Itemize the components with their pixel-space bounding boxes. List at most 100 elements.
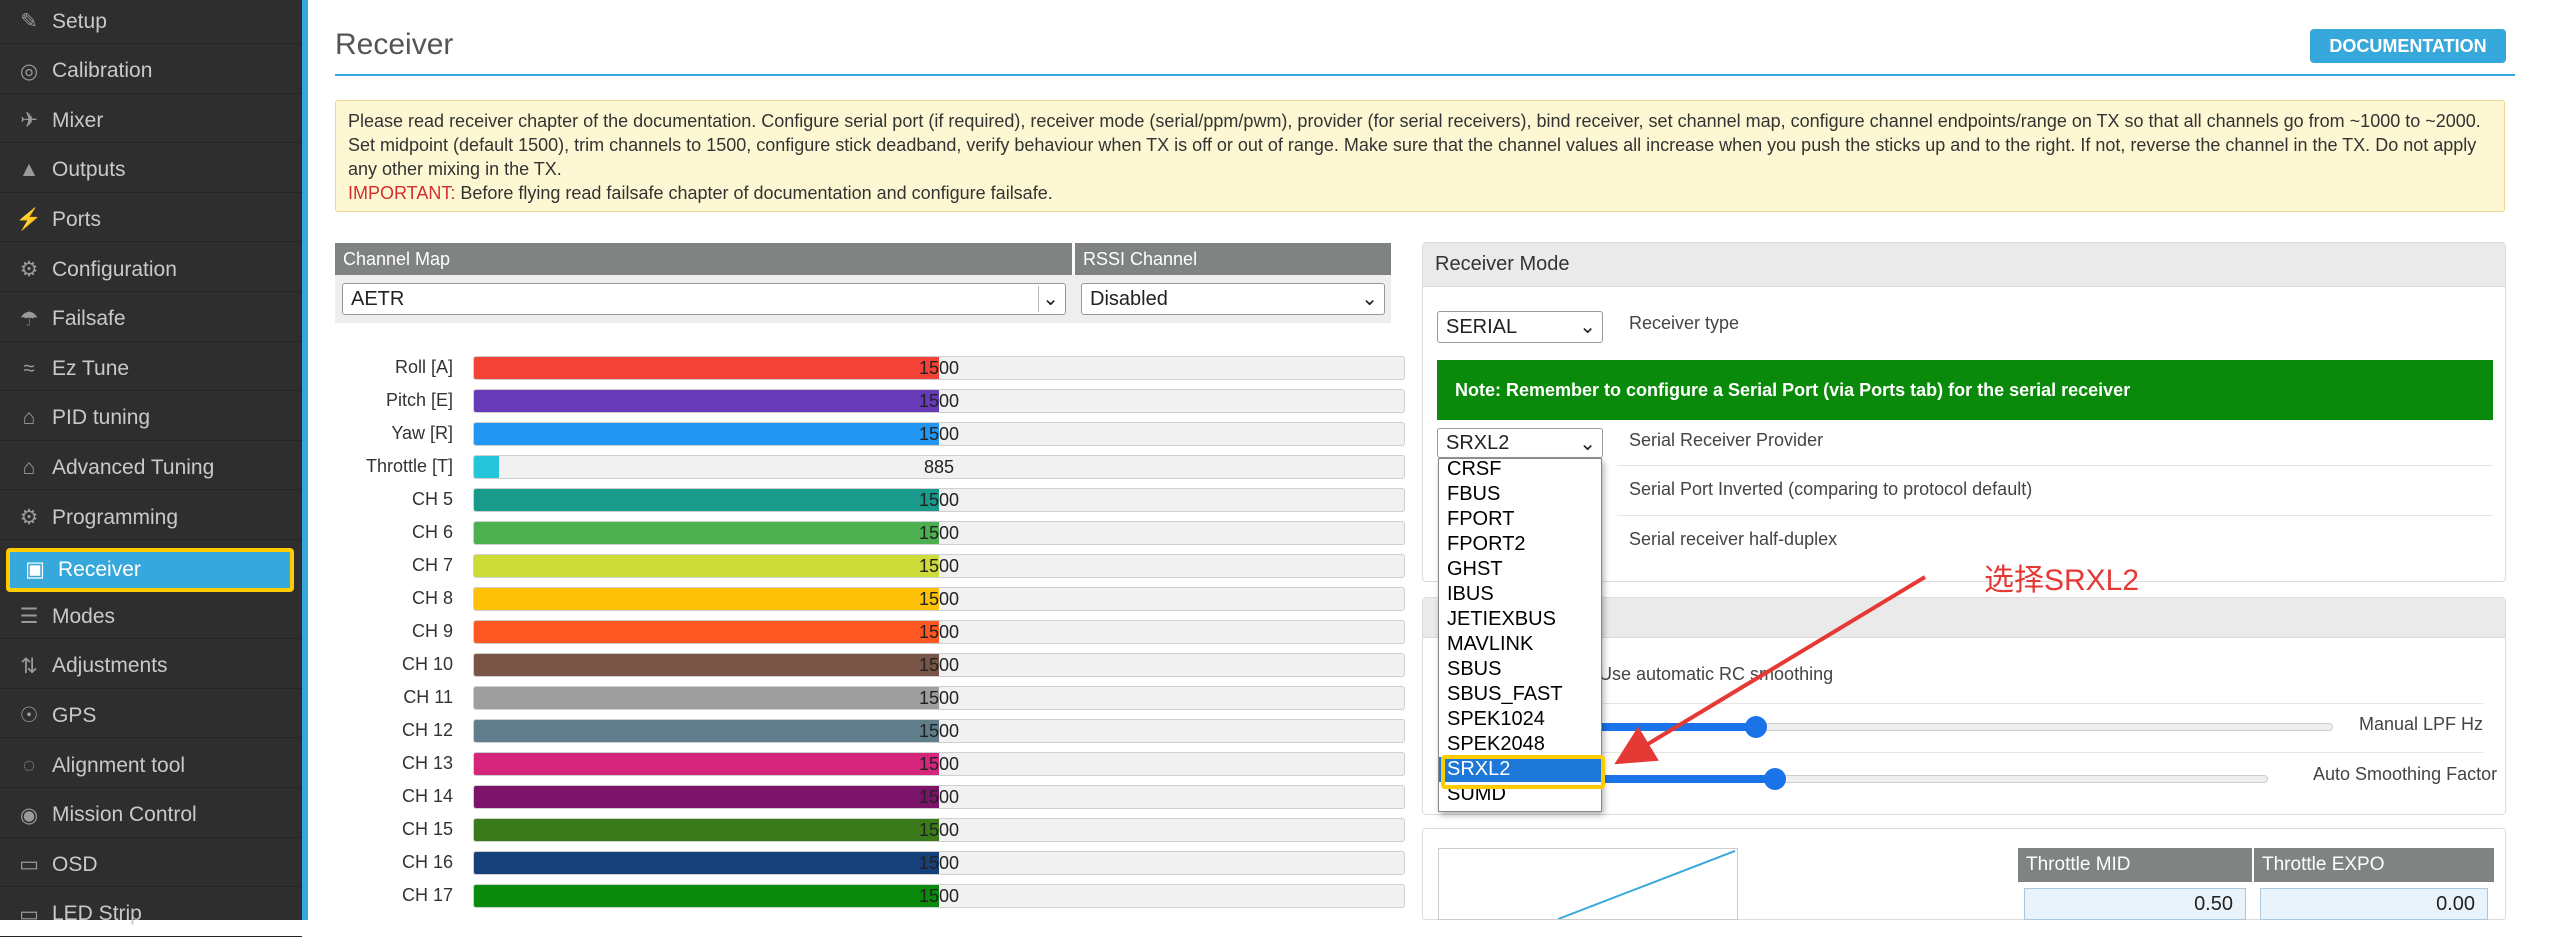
channel-bar: 1500 — [473, 521, 1405, 545]
dropdown-option-ghst[interactable]: GHST — [1439, 557, 1601, 582]
channel-value: 1500 — [474, 885, 1404, 907]
channel-value: 1500 — [474, 819, 1404, 841]
receiver-type-select[interactable]: SERIAL ⌄ — [1437, 311, 1603, 343]
sidebar-item-label: PID tuning — [52, 406, 151, 430]
sidebar-item-advanced-tuning[interactable]: ⌂ Advanced Tuning — [0, 446, 302, 491]
channel-label: CH 7 — [411, 555, 453, 575]
channel-bar: 1500 — [473, 851, 1405, 875]
sidebar-item-outputs[interactable]: ▲ Outputs — [0, 149, 302, 193]
channel-bar: 1500 — [473, 752, 1405, 776]
sidebar-item-adjustments[interactable]: ⇅ Adjustments — [0, 645, 302, 689]
auto-smoothing-label: Use automatic RC smoothing — [1599, 664, 1834, 684]
satellite-icon: ☉ — [19, 704, 39, 728]
row-divider — [1617, 515, 2493, 516]
serial-provider-label: Serial Receiver Provider — [1629, 430, 1824, 450]
sidebar-item-modes[interactable]: ☰ Modes — [0, 595, 302, 640]
sidebar-item-pid-tuning[interactable]: ⌂ PID tuning — [0, 397, 302, 441]
receiver-type-value: SERIAL — [1446, 315, 1518, 338]
lpf-slider-knob[interactable] — [1744, 716, 1767, 738]
channel-label: CH 12 — [401, 720, 453, 740]
channel-label: CH 13 — [401, 753, 453, 773]
pin-icon: ◉ — [19, 803, 39, 827]
sidebar-item-programming[interactable]: ⚙ Programming — [0, 496, 302, 540]
documentation-button[interactable]: DOCUMENTATION — [2310, 29, 2506, 63]
factor-slider-knob[interactable] — [1763, 768, 1786, 790]
channel-bar: 1500 — [473, 488, 1405, 512]
channel-value: 1500 — [474, 753, 1404, 775]
serial-provider-select[interactable]: SRXL2 ⌄ — [1437, 428, 1603, 458]
channel-value: 1500 — [474, 687, 1404, 709]
channel-value-text: 1500 — [918, 688, 960, 708]
channel-value-text: 1500 — [918, 490, 960, 510]
sidebar-item-failsafe[interactable]: ☂ Failsafe — [0, 298, 302, 342]
plug-icon: ⚡ — [15, 207, 43, 231]
sidebar-item-ez-tune[interactable]: ≈ Ez Tune — [0, 347, 302, 392]
channel-value-text: 1500 — [918, 820, 960, 840]
outputs-icon: ▲ — [18, 158, 40, 182]
dropdown-option-fport2[interactable]: FPORT2 — [1439, 532, 1601, 557]
serial-inverted-label: Serial Port Inverted (comparing to proto… — [1629, 479, 2033, 499]
channel-bar: 1500 — [473, 554, 1405, 578]
sidebar-item-calibration[interactable]: ◎ Calibration — [0, 50, 302, 94]
parachute-icon: ☂ — [19, 307, 39, 331]
channel-value-text: 1500 — [918, 589, 960, 609]
dropdown-option-ibus[interactable]: IBUS — [1439, 582, 1601, 607]
main-content: Receiver DOCUMENTATION Please read recei… — [308, 0, 2538, 920]
throttle-mid-input[interactable]: 0.50 — [2024, 888, 2246, 920]
dropdown-option-fport[interactable]: FPORT — [1439, 507, 1601, 532]
sidebar-item-configuration[interactable]: ⚙ Configuration — [0, 248, 302, 292]
sidebar-item-mixer[interactable]: ✈ Mixer — [0, 99, 302, 144]
channel-value: 1500 — [474, 588, 1404, 610]
channel-value: 1500 — [474, 654, 1404, 676]
sidebar-item-receiver[interactable]: ▣ Receiver — [6, 547, 294, 592]
throttle-curve-line — [1557, 850, 1736, 919]
led-icon: ▭ — [19, 902, 39, 926]
receiver-icon: ▣ — [25, 558, 45, 582]
channel-bar: 1500 — [473, 653, 1405, 677]
dropdown-option-spek2048[interactable]: SPEK2048 — [1439, 732, 1601, 757]
sidebar-item-osd[interactable]: ▭ OSD — [0, 843, 302, 888]
channel-label: CH 10 — [401, 654, 453, 674]
sidebar-item-led-strip[interactable]: ▭ LED Strip — [0, 893, 302, 937]
dropdown-option-sbus_fast[interactable]: SBUS_FAST — [1439, 682, 1601, 707]
throttle-expo-header: Throttle EXPO — [2254, 848, 2494, 882]
dropdown-option-fbus[interactable]: FBUS — [1439, 482, 1601, 507]
serial-port-note: Note: Remember to configure a Serial Por… — [1437, 360, 2493, 420]
serial-provider-value: SRXL2 — [1446, 431, 1510, 454]
channel-value: 1500 — [474, 555, 1404, 577]
annotation-text: 选择SRXL2 — [1984, 564, 2140, 597]
sidebar-item-label: Programming — [52, 505, 179, 529]
channel-value: 1500 — [474, 357, 1404, 379]
sidebar-item-label: Mission Control — [52, 803, 197, 827]
channel-bar: 1500 — [473, 785, 1405, 809]
channel-bar: 1500 — [473, 719, 1405, 743]
dropdown-option-spek1024[interactable]: SPEK1024 — [1439, 707, 1601, 732]
dropdown-option-crsf[interactable]: CRSF — [1439, 459, 1601, 482]
sidebar-item-label: Outputs — [52, 158, 126, 182]
channel-label: Yaw [R] — [391, 423, 453, 443]
sidebar-item-setup[interactable]: ✎ Setup — [0, 0, 302, 44]
channel-value: 1500 — [474, 390, 1404, 412]
sidebar-item-mission-control[interactable]: ◉ Mission Control — [0, 794, 302, 838]
dropdown-option-mavlink[interactable]: MAVLINK — [1439, 632, 1601, 657]
channel-label: Throttle [T] — [365, 456, 453, 476]
dropdown-option-sbus[interactable]: SBUS — [1439, 657, 1601, 682]
receiver-type-label: Receiver type — [1629, 313, 1740, 333]
sidebar-item-label: Ports — [52, 207, 102, 231]
channel-label: Roll [A] — [394, 357, 453, 377]
sidebar-item-label: Alignment tool — [52, 753, 186, 777]
dropdown-option-jetiexbus[interactable]: JETIEXBUS — [1439, 607, 1601, 632]
channel-label: CH 8 — [411, 588, 453, 608]
receiver-mode-header: Receiver Mode — [1423, 243, 2505, 287]
sidebar-item-alignment-tool[interactable]: ◌ Alignment tool — [0, 744, 302, 788]
sidebar-item-label: Ez Tune — [52, 356, 130, 380]
channel-label: CH 14 — [401, 786, 453, 806]
channel-value: 1500 — [474, 720, 1404, 742]
mixer-icon: ✈ — [20, 109, 38, 133]
sliders-icon: ⇅ — [20, 654, 38, 678]
sidebar-item-ports[interactable]: ⚡ Ports — [0, 198, 302, 243]
pid-icon: ⌂ — [22, 455, 36, 479]
sidebar-item-gps[interactable]: ☉ GPS — [0, 694, 302, 739]
throttle-expo-input[interactable]: 0.00 — [2260, 888, 2488, 920]
gear-icon: ⚙ — [19, 506, 39, 529]
